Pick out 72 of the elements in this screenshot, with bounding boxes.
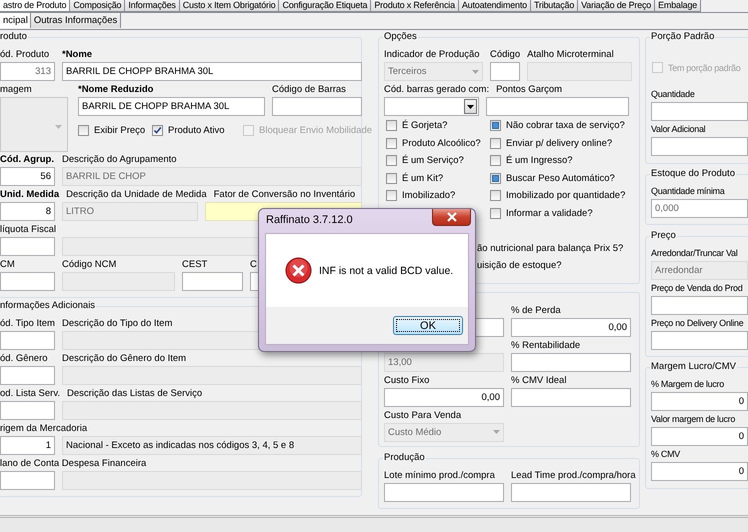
- checkbox-label: É Gorjeta?: [402, 120, 448, 132]
- field-label: Quantidade mínima: [651, 185, 724, 198]
- group-title: nformações Adicionais: [0, 300, 96, 312]
- field-label: % Rentabilidade: [511, 338, 580, 352]
- field-label: Lote mínimo prod./compra: [384, 468, 496, 482]
- field-label: Descrição do Gênero do Item: [62, 352, 186, 366]
- dropdown-value: Custo Médio: [388, 426, 442, 440]
- field-label: Cód. Agrup.: [0, 153, 55, 167]
- group-title: Produção: [383, 452, 426, 464]
- field-label: Preço de Venda do Prod: [651, 282, 742, 295]
- field-label: magem: [0, 83, 33, 97]
- field-label: % Margem de lucro: [651, 378, 724, 391]
- field-label: Custo Para Venda: [384, 408, 462, 422]
- field-label: Descrição do Tipo do Item: [62, 317, 172, 331]
- checkbox-label: Informar a validade?: [506, 208, 593, 219]
- field-label: Descrição do Agrupamento: [62, 153, 177, 167]
- checkbox-label: Não cobrar taxa de serviço?: [506, 120, 625, 132]
- checkbox-label: Produto Ativo: [168, 125, 225, 136]
- checkbox-label: Produto Alcoólico?: [402, 138, 481, 149]
- checkbox-label: Bloquear Envio Mobilidade: [259, 125, 372, 136]
- checkbox-label: Exibir Preço: [94, 125, 146, 136]
- field-label: rigem da Mercadoria: [0, 422, 88, 436]
- field-label: ód. Gênero: [0, 352, 49, 366]
- checkbox-label: É um Ingresso?: [506, 155, 573, 166]
- dialog-message: INF is not a valid BCD value.: [319, 264, 454, 276]
- field-label: Código: [490, 48, 520, 62]
- field-label: Atalho Microterminal: [527, 48, 614, 62]
- field-label: *Nome Reduzido: [78, 83, 154, 97]
- field-label: Lead Time prod./compra/hora: [511, 468, 636, 482]
- dropdown-value: Terceiros: [388, 65, 427, 79]
- field-label: Valor Adicional: [651, 123, 706, 136]
- field-label: Custo Fixo: [384, 374, 430, 388]
- field-label: od. Lista Serv.: [0, 387, 60, 401]
- field-label: Indicador de Produção: [384, 48, 481, 62]
- field-label: Arredondar/Truncar Val: [651, 247, 738, 260]
- checkbox-label: Enviar p/ delivery online?: [506, 138, 612, 149]
- field-label: % CMV Ideal: [511, 374, 566, 388]
- group-title: Estoque do Produto: [650, 168, 736, 180]
- field-label: % CMV: [651, 448, 680, 461]
- field-label: CEST: [182, 258, 208, 272]
- field-label: Descrição das Listas de Serviço: [67, 387, 202, 401]
- field-label: Descrição da Unidade de Medida: [66, 188, 207, 202]
- field-label: ód. Tipo Item: [0, 317, 55, 331]
- checkbox-label: Tem porção padrão: [668, 62, 740, 72]
- field-label: *Nome: [62, 48, 92, 62]
- field-label: líquota Fiscal: [0, 223, 56, 237]
- group-title: Margem Lucro/CMV: [650, 361, 737, 373]
- checkbox-label: Imobilizado?: [402, 190, 456, 202]
- field-label: Fator de Conversão no Inventário: [214, 188, 356, 202]
- field-label: Unid. Medida: [0, 188, 60, 202]
- checkbox-label: É um Kit?: [402, 172, 444, 184]
- field-label: Preço no Delivery Online: [651, 317, 744, 330]
- field-label: CM: [0, 258, 16, 272]
- field-label: Código NCM: [62, 258, 118, 272]
- checkbox-label: Imobilizado por quantidade?: [506, 190, 626, 202]
- group-title: Porção Padrão: [650, 31, 716, 43]
- field-label: Quantidade: [651, 88, 695, 101]
- checkbox-label: É um Serviço?: [402, 155, 464, 166]
- field-label: lano de Conta Despesa Financeira: [0, 457, 146, 471]
- dialog-title: Raffinato 3.7.12.0: [266, 214, 353, 226]
- checkbox-label: uisição de estoque?: [477, 259, 563, 273]
- field-label: Código de Barras: [272, 83, 346, 97]
- field-label: % de Perda: [511, 304, 561, 318]
- field-label: C: [250, 258, 257, 272]
- field-label: Cód. barras gerado com:: [384, 83, 490, 97]
- group-title: Opções: [383, 31, 418, 43]
- field-label: ód. Produto: [0, 48, 50, 62]
- field-label: Pontos Garçom: [496, 83, 562, 97]
- group-title: Preço: [650, 230, 677, 242]
- checkbox-label: Buscar Peso Automático?: [506, 172, 615, 184]
- field-label: Valor margem de lucro: [651, 413, 736, 426]
- checkbox-label: ão nutricional para balança Prix 5?: [477, 242, 624, 256]
